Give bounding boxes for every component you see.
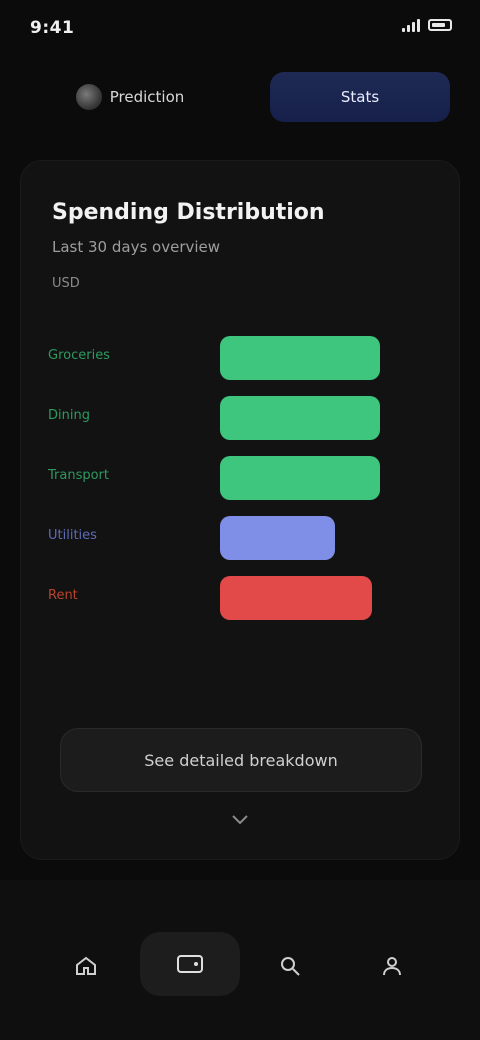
bar-track (220, 396, 380, 440)
wallet-icon (177, 955, 203, 973)
bar-label: Transport (48, 468, 110, 483)
bar-label: Rent (48, 588, 78, 603)
nav-home[interactable] (56, 936, 116, 996)
card-title: Spending Distribution (52, 200, 325, 225)
category-bars: Groceries Dining Transport Utilities Ren… (48, 330, 440, 630)
bar-fill (220, 516, 336, 560)
status-icons (402, 18, 452, 32)
tab-stats[interactable]: Stats (270, 72, 450, 122)
tab-stats-label: Stats (340, 88, 380, 106)
bar-track (220, 576, 380, 620)
chevron-down-icon[interactable] (230, 810, 250, 830)
bar-row[interactable]: Transport (48, 450, 440, 506)
bar-label: Groceries (48, 348, 110, 363)
bar-track (220, 336, 380, 380)
top-nav: Prediction Stats (0, 60, 480, 140)
bar-fill (220, 396, 380, 440)
bar-row[interactable]: Utilities (48, 510, 440, 566)
battery-icon (428, 19, 452, 31)
tab-prediction[interactable]: Prediction (50, 72, 210, 122)
bar-row[interactable]: Rent (48, 570, 440, 626)
bar-track (220, 516, 380, 560)
prediction-avatar-icon (75, 84, 102, 110)
detailed-breakdown-button[interactable]: See detailed breakdown (60, 728, 422, 792)
signal-icon (402, 18, 420, 32)
status-time: 9:41 (30, 18, 75, 38)
bottom-nav (0, 880, 480, 1040)
bar-row[interactable]: Dining (48, 390, 440, 446)
bar-fill (220, 456, 380, 500)
bar-track (220, 456, 380, 500)
home-icon (76, 956, 96, 975)
nav-search[interactable] (260, 936, 320, 996)
card-currency: USD (52, 276, 80, 291)
bar-label: Utilities (48, 528, 97, 543)
card-subtitle: Last 30 days overview (52, 238, 221, 256)
tab-prediction-label: Prediction (109, 88, 185, 106)
nav-wallet[interactable] (140, 932, 240, 996)
app-screen: 9:41 Prediction Stats Spending Distribut… (0, 0, 480, 1040)
spending-card: Spending Distribution Last 30 days overv… (20, 160, 460, 860)
bar-fill (220, 336, 380, 380)
bar-fill (220, 576, 372, 620)
bar-label: Dining (48, 408, 90, 423)
nav-profile[interactable] (362, 936, 422, 996)
bar-row[interactable]: Groceries (48, 330, 440, 386)
status-bar: 9:41 (0, 0, 480, 60)
profile-icon (383, 957, 401, 976)
search-icon (281, 957, 300, 976)
